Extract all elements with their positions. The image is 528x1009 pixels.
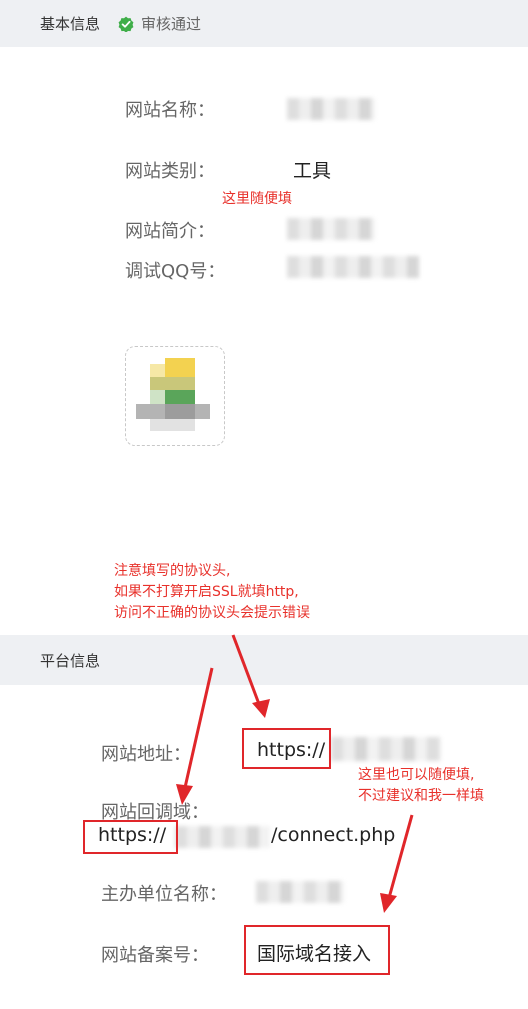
logo-pixel-paleGreen	[150, 390, 165, 404]
suggest-note-line-2: 不过建议和我一样填	[358, 788, 484, 804]
platform-info-header: 平台信息	[0, 635, 528, 685]
review-status-text: 审核通过	[141, 15, 202, 33]
protocol-note-line-3: 访问不正确的协议头会提示错误	[114, 605, 310, 621]
basic-info-title: 基本信息	[40, 15, 101, 33]
protocol-note-annotation: 注意填写的协议头, 如果不打算开启SSL就填http, 访问不正确的协议头会提示…	[114, 561, 310, 624]
site-name-label: 网站名称：	[125, 100, 215, 121]
site-url-domain-redacted	[331, 737, 441, 761]
org-name-label: 主办单位名称：	[101, 884, 227, 905]
annotation-arrows	[176, 634, 414, 913]
arrow-to-callback-icon	[176, 667, 214, 805]
site-name-value-redacted	[287, 98, 375, 120]
casual-fill-annotation: 这里随便填	[222, 191, 292, 207]
logo-pixel-olive	[150, 377, 195, 390]
callback-prefix-highlight	[83, 820, 178, 854]
protocol-note-line-1: 注意填写的协议头,	[114, 563, 231, 579]
site-intro-value-redacted	[287, 218, 375, 240]
site-url-prefix-highlight	[242, 728, 331, 769]
site-logo-upload[interactable]	[125, 346, 225, 446]
suggest-note-annotation: 这里也可以随便填, 不过建议和我一样填	[358, 765, 484, 807]
callback-domain-redacted	[175, 826, 270, 848]
debug-qq-value-redacted	[287, 256, 419, 278]
icp-label: 网站备案号：	[101, 945, 209, 966]
logo-pixel-lightgray	[150, 419, 195, 431]
site-url-label: 网站地址：	[101, 744, 191, 765]
check-circle-icon	[118, 16, 134, 32]
site-category-value: 工具	[293, 160, 332, 182]
basic-info-header: 基本信息 审核通过	[0, 0, 528, 47]
protocol-note-line-2: 如果不打算开启SSL就填http,	[114, 584, 299, 600]
logo-pixel-green	[165, 390, 195, 404]
platform-info-title: 平台信息	[40, 651, 101, 670]
icp-value-highlight	[244, 925, 390, 975]
suggest-note-line-1: 这里也可以随便填,	[358, 767, 475, 783]
callback-suffix: /connect.php	[271, 824, 396, 846]
review-status: 审核通过	[118, 13, 201, 34]
site-category-label: 网站类别：	[125, 161, 215, 182]
org-name-value-redacted	[256, 881, 344, 903]
logo-pixel-darkgray	[165, 404, 195, 419]
site-intro-label: 网站简介：	[125, 221, 215, 242]
debug-qq-label: 调试QQ号：	[125, 261, 226, 282]
